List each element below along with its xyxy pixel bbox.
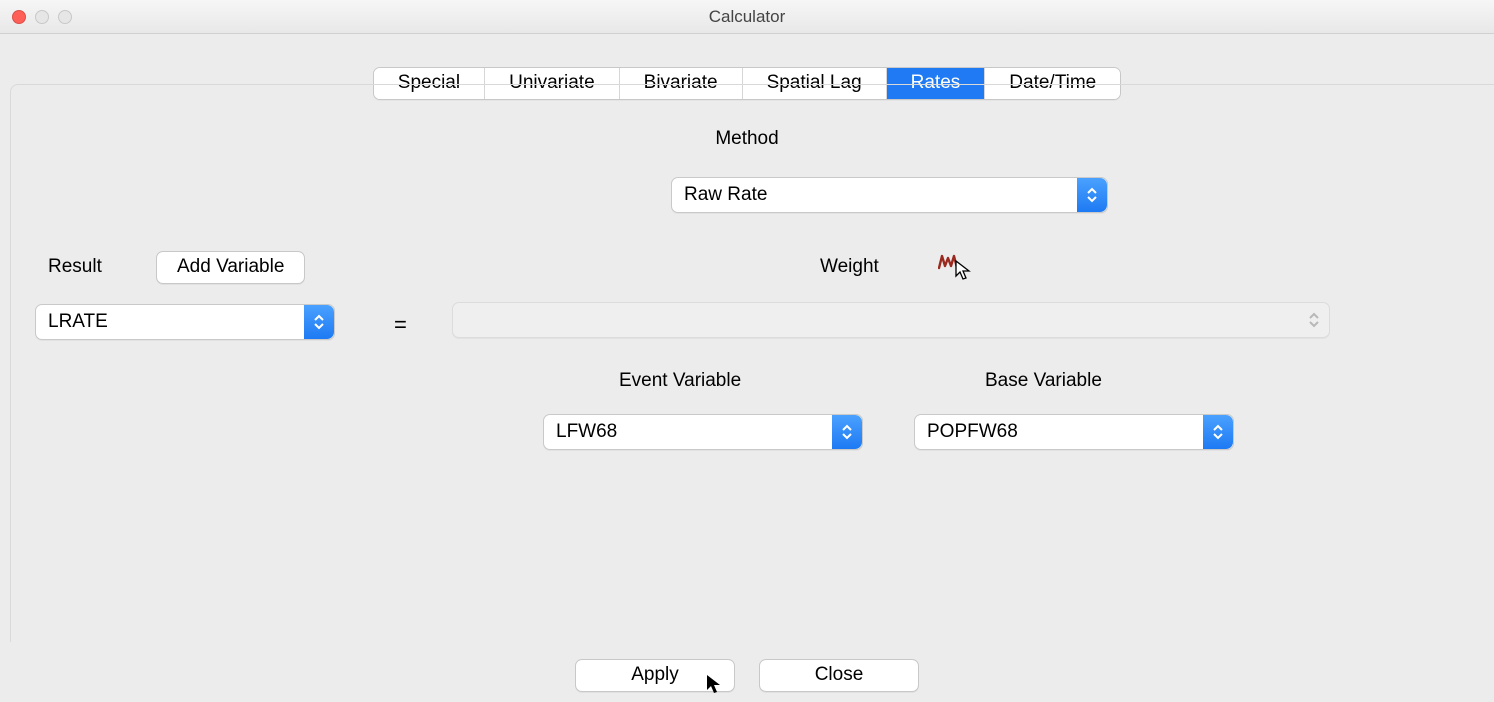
weight-label: Weight	[820, 256, 879, 278]
add-variable-button[interactable]: Add Variable	[156, 251, 305, 284]
event-variable-label: Event Variable	[619, 370, 741, 392]
result-select[interactable]: LRATE	[35, 304, 335, 340]
chevron-up-down-icon	[1299, 303, 1329, 337]
base-variable-label: Base Variable	[985, 370, 1102, 392]
close-button[interactable]: Close	[759, 659, 919, 692]
method-label: Method	[0, 128, 1494, 150]
weight-select[interactable]	[452, 302, 1330, 338]
base-variable-select[interactable]: POPFW68	[914, 414, 1234, 450]
event-variable-select[interactable]: LFW68	[543, 414, 863, 450]
minimize-window-button[interactable]	[35, 10, 49, 24]
chevron-up-down-icon	[1077, 178, 1107, 212]
titlebar: Calculator	[0, 0, 1494, 34]
chevron-up-down-icon	[832, 415, 862, 449]
content-panel	[10, 84, 1494, 642]
method-select[interactable]: Raw Rate	[671, 177, 1108, 213]
zoom-window-button[interactable]	[58, 10, 72, 24]
event-variable-value: LFW68	[556, 421, 617, 443]
apply-button[interactable]: Apply	[575, 659, 735, 692]
chevron-up-down-icon	[1203, 415, 1233, 449]
result-label: Result	[48, 256, 102, 278]
equals-sign: =	[394, 312, 407, 338]
dialog-buttons: Apply Close	[0, 659, 1494, 692]
window-title: Calculator	[0, 7, 1494, 27]
chevron-up-down-icon	[304, 305, 334, 339]
method-value: Raw Rate	[684, 184, 767, 206]
weights-icon	[938, 254, 958, 275]
close-window-button[interactable]	[12, 10, 26, 24]
result-value: LRATE	[48, 311, 108, 333]
base-variable-value: POPFW68	[927, 421, 1018, 443]
traffic-lights	[12, 10, 72, 24]
